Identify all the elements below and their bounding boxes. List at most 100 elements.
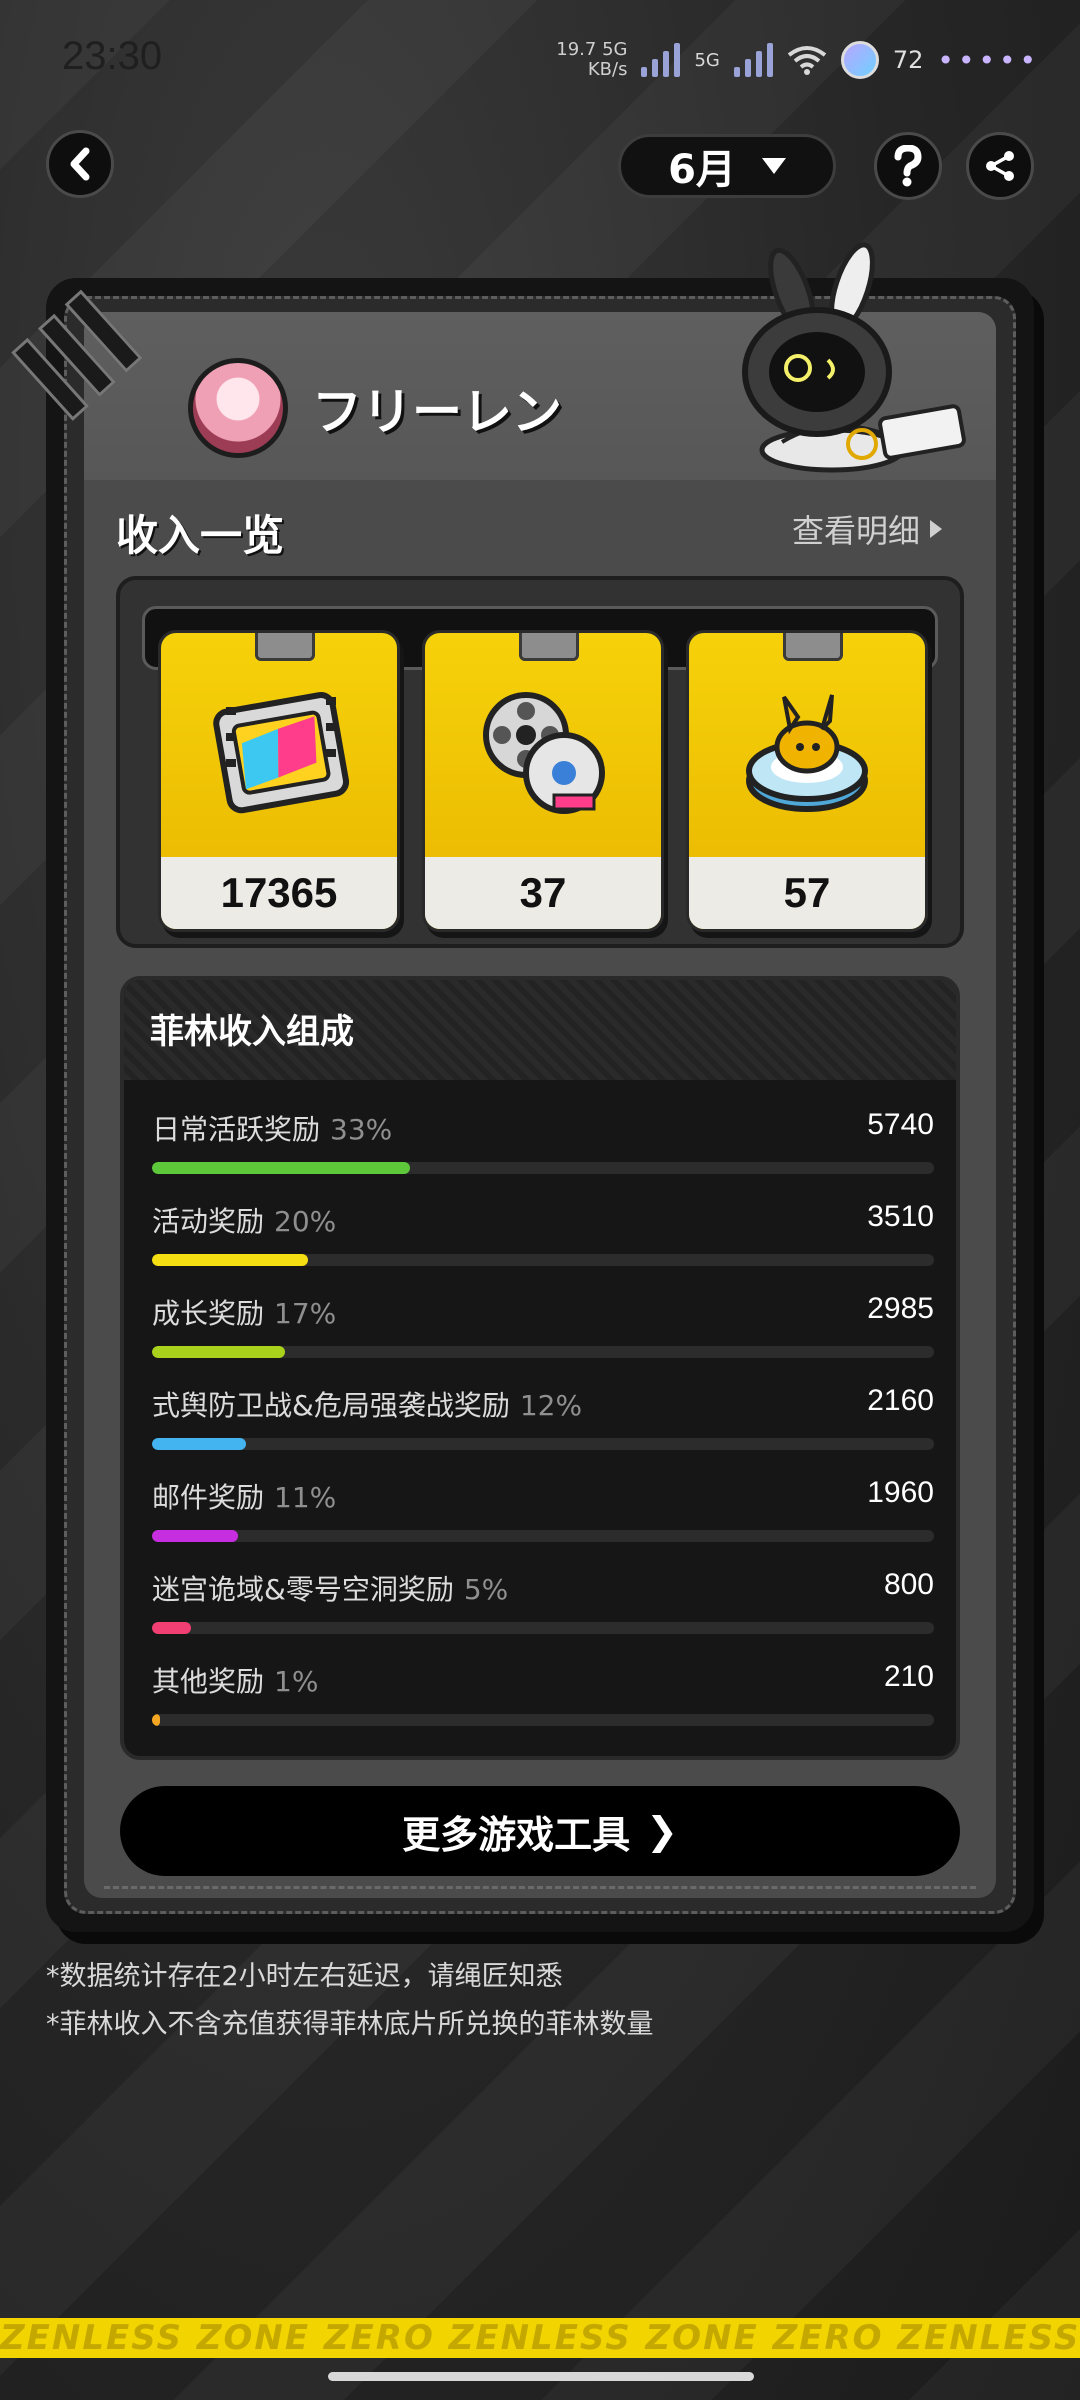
view-detail-link[interactable]: 查看明细: [792, 506, 943, 552]
clip-icon: [519, 633, 579, 661]
status-dots: •••••: [937, 43, 1040, 77]
income-overview-title: 收入一览: [116, 511, 285, 560]
clip-icon: [783, 633, 843, 661]
avatar: [188, 358, 288, 458]
status-icons: 19.7 5G KB/s 5G 72 •••••: [556, 40, 1040, 80]
reward-count: 37: [425, 857, 661, 929]
income-source-percent: 11%: [274, 1481, 337, 1514]
income-source-value: 800: [883, 1568, 934, 1601]
caret-right-icon: [930, 520, 943, 538]
network-speed: 19.7 5G KB/s: [556, 40, 627, 80]
reward-count: 17365: [161, 857, 397, 929]
breakdown-title: 菲林收入组成: [150, 1012, 354, 1052]
income-source-percent: 12%: [519, 1389, 583, 1422]
income-source-percent: 20%: [274, 1205, 337, 1238]
share-icon: [986, 151, 1014, 181]
status-time: 23:30: [62, 34, 163, 78]
income-breakdown-panel: 菲林收入组成 日常活跃奖励 33% 5740 活动奖励 20% 3510 成长奖励 17% 29…: [120, 976, 960, 1760]
reward-count: 57: [689, 857, 925, 929]
home-indicator[interactable]: [328, 2372, 754, 2381]
income-source-value: 210: [883, 1660, 934, 1693]
progress-fill: [152, 1162, 411, 1174]
film-ticket-icon: [213, 692, 350, 814]
income-source-row: 活动奖励 20% 3510: [152, 1200, 934, 1270]
reward-card-reel[interactable]: 37: [422, 630, 664, 932]
wifi-icon: [787, 46, 827, 75]
reward-card-badge[interactable]: 57: [686, 630, 928, 932]
income-source-name: 邮件奖励: [152, 1481, 265, 1514]
income-source-label: 其他奖励 1%: [152, 1660, 318, 1700]
footnote-delay: *数据统计存在2小时左右延迟，请绳匠知悉: [46, 1961, 563, 1992]
network-speed-value: 19.7: [556, 39, 597, 60]
income-source-value: 2160: [867, 1384, 934, 1417]
income-source-percent: 17%: [274, 1297, 337, 1330]
more-game-tools-button[interactable]: 更多游戏工具 ❯: [120, 1786, 960, 1876]
income-source-row: 式舆防卫战&危局强袭战奖励 12% 2160: [152, 1384, 934, 1454]
network-speed-unit: KB/s: [587, 59, 628, 80]
income-source-label: 邮件奖励 11%: [152, 1476, 336, 1516]
progress-fill: [152, 1346, 285, 1358]
income-source-row: 其他奖励 1% 210: [152, 1660, 934, 1730]
progress-fill: [152, 1714, 160, 1726]
clip-icon: [255, 633, 315, 661]
help-button[interactable]: [874, 132, 942, 200]
progress-track: [152, 1622, 934, 1634]
month-label: 6月: [668, 147, 736, 193]
income-source-name: 式舆防卫战&危局强袭战奖励: [152, 1389, 510, 1422]
income-source-name: 迷宫诡域&零号空洞奖励: [152, 1573, 454, 1606]
progress-track: [152, 1254, 934, 1266]
progress-fill: [152, 1438, 246, 1450]
signal-bars-icon: [641, 43, 681, 77]
progress-track: [152, 1530, 934, 1542]
income-source-value: 2985: [867, 1292, 934, 1325]
income-source-value: 3510: [867, 1200, 934, 1233]
chevron-right-icon: ❯: [646, 1809, 678, 1853]
income-source-percent: 5%: [463, 1573, 509, 1606]
income-source-value: 1960: [867, 1476, 934, 1509]
brand-strip: ZENLESS ZONE ZERO ZENLESS ZONE ZERO ZENL…: [0, 2318, 1080, 2358]
income-source-row: 邮件奖励 11% 1960: [152, 1476, 934, 1546]
back-button[interactable]: [46, 130, 114, 198]
income-source-percent: 33%: [330, 1113, 393, 1146]
caret-down-icon: [761, 158, 786, 174]
footnote-exclusion: *菲林收入不含充值获得菲林底片所兑换的菲林数量: [46, 2009, 654, 2040]
battery-level: 72: [892, 46, 924, 74]
income-source-value: 5740: [867, 1108, 934, 1141]
income-source-name: 日常活跃奖励: [152, 1113, 321, 1146]
progress-track: [152, 1714, 934, 1726]
film-reel-icon: [483, 692, 605, 814]
progress-fill: [152, 1622, 192, 1634]
battery-icon: [840, 41, 879, 79]
bangboo-badge-icon: [746, 694, 868, 812]
income-source-label: 成长奖励 17%: [152, 1292, 336, 1332]
question-mark-icon: [894, 145, 922, 187]
income-source-row: 迷宫诡域&零号空洞奖励 5% 800: [152, 1568, 934, 1638]
income-source-name: 其他奖励: [152, 1665, 265, 1698]
chevron-left-icon: [70, 147, 90, 181]
income-source-name: 活动奖励: [152, 1205, 265, 1238]
breakdown-header: 菲林收入组成: [124, 980, 956, 1080]
progress-track: [152, 1162, 934, 1174]
income-source-percent: 1%: [274, 1665, 319, 1698]
month-selector[interactable]: 6月: [618, 134, 836, 198]
share-button[interactable]: [966, 132, 1034, 200]
income-source-label: 活动奖励 20%: [152, 1200, 336, 1240]
progress-track: [152, 1346, 934, 1358]
income-source-label: 日常活跃奖励 33%: [152, 1108, 392, 1148]
username: フリーレン: [312, 383, 562, 441]
view-detail-label: 查看明细: [792, 512, 921, 550]
rewards-tray: 17365 37 57: [116, 576, 964, 948]
signal-bars-2-icon: [733, 43, 773, 77]
status-bar: 23:30 19.7 5G KB/s 5G 72 •••••: [0, 0, 1080, 120]
signal-label-2: 5G: [694, 49, 720, 71]
progress-track: [152, 1438, 934, 1450]
bangboo-mascot-icon: [742, 242, 966, 473]
signal-label-1: 5G: [602, 39, 628, 60]
income-source-row: 成长奖励 17% 2985: [152, 1292, 934, 1362]
reward-card-film[interactable]: 17365: [158, 630, 400, 932]
more-tools-label: 更多游戏工具: [402, 1812, 631, 1857]
progress-fill: [152, 1530, 239, 1542]
income-source-label: 式舆防卫战&危局强袭战奖励 12%: [152, 1384, 582, 1424]
income-source-label: 迷宫诡域&零号空洞奖励 5%: [152, 1568, 508, 1608]
income-source-row: 日常活跃奖励 33% 5740: [152, 1108, 934, 1178]
